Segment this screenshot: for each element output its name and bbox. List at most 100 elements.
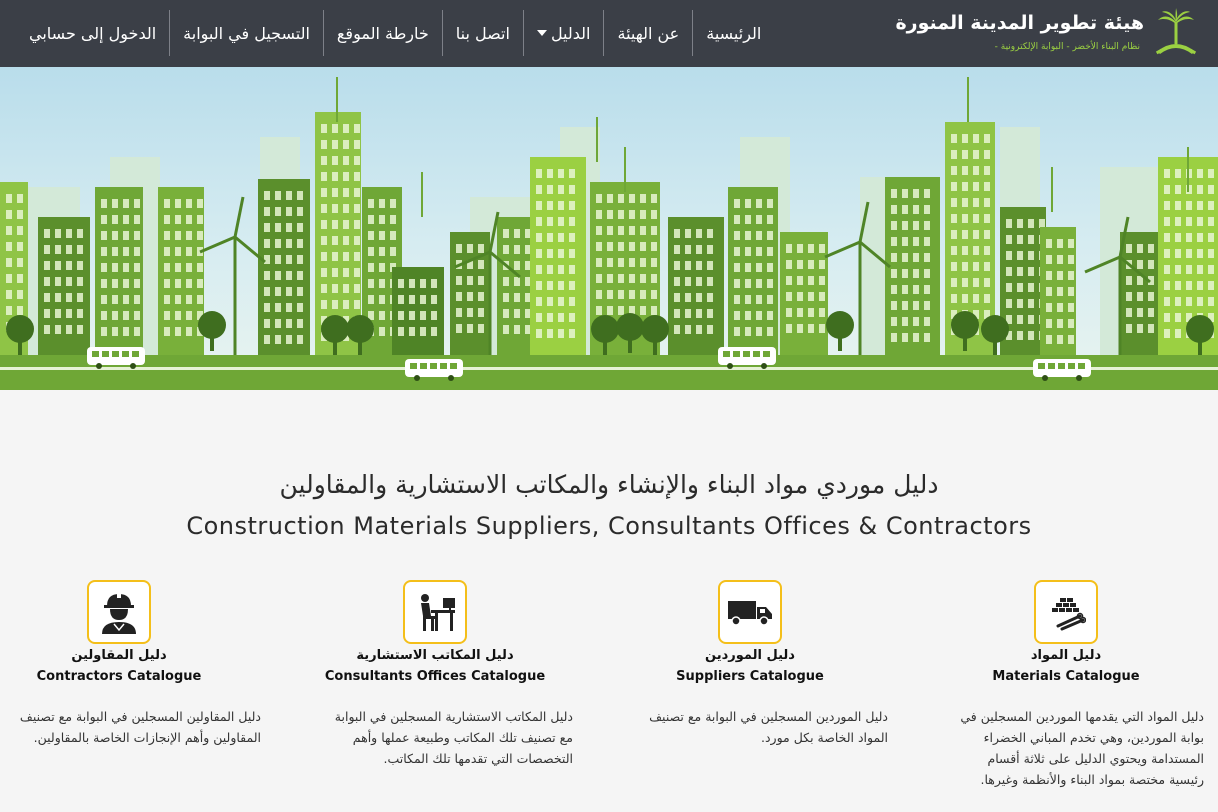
nav-sitemap[interactable]: خارطة الموقع (322, 10, 442, 56)
building-window (973, 214, 979, 223)
building-window (1137, 324, 1143, 333)
building-window (186, 311, 192, 320)
brand-logo[interactable]: هيئة تطوير المدينة المنورة نظام البناء ا… (895, 6, 1198, 62)
building-window (674, 261, 680, 270)
building-window (558, 281, 564, 290)
building-window (891, 333, 897, 342)
palm-swords-emblem-icon (1155, 8, 1197, 55)
building-window (164, 279, 170, 288)
building-window (379, 247, 385, 256)
building-window (734, 199, 740, 208)
bus-window (440, 363, 447, 369)
building-window (1208, 233, 1214, 242)
contractors-catalogue-card[interactable]: دليل المقاولين Contractors Catalogue دلي… (0, 580, 269, 812)
building-window (651, 226, 657, 235)
building-window (536, 233, 542, 242)
building-window (1137, 244, 1143, 253)
suppliers-catalogue-card[interactable]: دليل الموردين Suppliers Catalogue دليل ا… (600, 580, 900, 812)
building-window (321, 140, 327, 149)
building-window (456, 292, 462, 301)
building-window (297, 207, 303, 216)
building-window (913, 221, 919, 230)
consultants-offices-catalogue-card[interactable]: دليل المكاتب الاستشارية Consultants Offi… (285, 580, 585, 812)
truck-icon (718, 580, 782, 644)
building-window (101, 215, 107, 224)
building-window (77, 245, 83, 254)
building-window (1175, 217, 1181, 226)
building-window (951, 166, 957, 175)
building-window (1164, 265, 1170, 274)
bus-wheel (130, 363, 136, 369)
building-window (1046, 239, 1052, 248)
building-window (618, 226, 624, 235)
building-window (786, 276, 792, 285)
building-window (924, 317, 930, 326)
bus-window (112, 351, 119, 357)
building-window (808, 308, 814, 317)
building-window (797, 276, 803, 285)
building-window (962, 262, 968, 271)
building-window (640, 194, 646, 203)
nav-directory-dropdown[interactable]: الدليل (522, 10, 604, 56)
building-window (123, 295, 129, 304)
building-window (17, 194, 23, 203)
nav-login[interactable]: الدخول إلى حسابي (16, 10, 169, 56)
building-window (951, 230, 957, 239)
building-window (808, 276, 814, 285)
building-window (343, 156, 349, 165)
building-window (651, 242, 657, 251)
building-window (629, 258, 635, 267)
building-window (569, 217, 575, 226)
building-window (756, 311, 762, 320)
building-window (696, 277, 702, 286)
building-window (951, 294, 957, 303)
building-window (321, 252, 327, 261)
building-window (786, 324, 792, 333)
building-window (696, 229, 702, 238)
building-window (1028, 315, 1034, 324)
bus-wheel (1076, 375, 1082, 381)
bus-window (122, 351, 129, 357)
building-window (431, 279, 437, 288)
nav-home[interactable]: الرئيسية (692, 10, 774, 56)
building-window (297, 239, 303, 248)
building-window (17, 290, 23, 299)
building-window (1068, 271, 1074, 280)
building-window (123, 279, 129, 288)
building-window (1164, 169, 1170, 178)
building-window (420, 311, 426, 320)
building-window (1006, 219, 1012, 228)
building-window (186, 279, 192, 288)
nav-register[interactable]: التسجيل في البوابة (169, 10, 323, 56)
materials-catalogue-card[interactable]: دليل المواد Materials Catalogue دليل الم… (916, 580, 1216, 812)
building-window (1175, 185, 1181, 194)
building-window (797, 308, 803, 317)
building-window (1046, 287, 1052, 296)
building-window (569, 297, 575, 306)
nav-about[interactable]: عن الهيئة (603, 10, 692, 56)
building-window (175, 263, 181, 272)
building-window (123, 231, 129, 240)
building-window (696, 245, 702, 254)
building-window (1028, 267, 1034, 276)
desc-line: دليل المقاولين المسجلين في البوابة مع تص… (19, 709, 261, 724)
bus-wheel (448, 375, 454, 381)
building-window (1197, 201, 1203, 210)
building-window (164, 263, 170, 272)
building-window (467, 308, 473, 317)
building-window (651, 274, 657, 283)
building-window (640, 242, 646, 251)
building-window (891, 269, 897, 278)
building-window (745, 279, 751, 288)
building-window (767, 295, 773, 304)
tree-crown (981, 315, 1009, 343)
building-window (186, 327, 192, 336)
nav-contact[interactable]: اتصل بنا (441, 10, 523, 56)
building-window (186, 263, 192, 272)
building-window (1186, 265, 1192, 274)
building-window (558, 313, 564, 322)
building-window (123, 215, 129, 224)
tree-crown (951, 311, 979, 339)
building-window (1028, 235, 1034, 244)
building-window (354, 236, 360, 245)
